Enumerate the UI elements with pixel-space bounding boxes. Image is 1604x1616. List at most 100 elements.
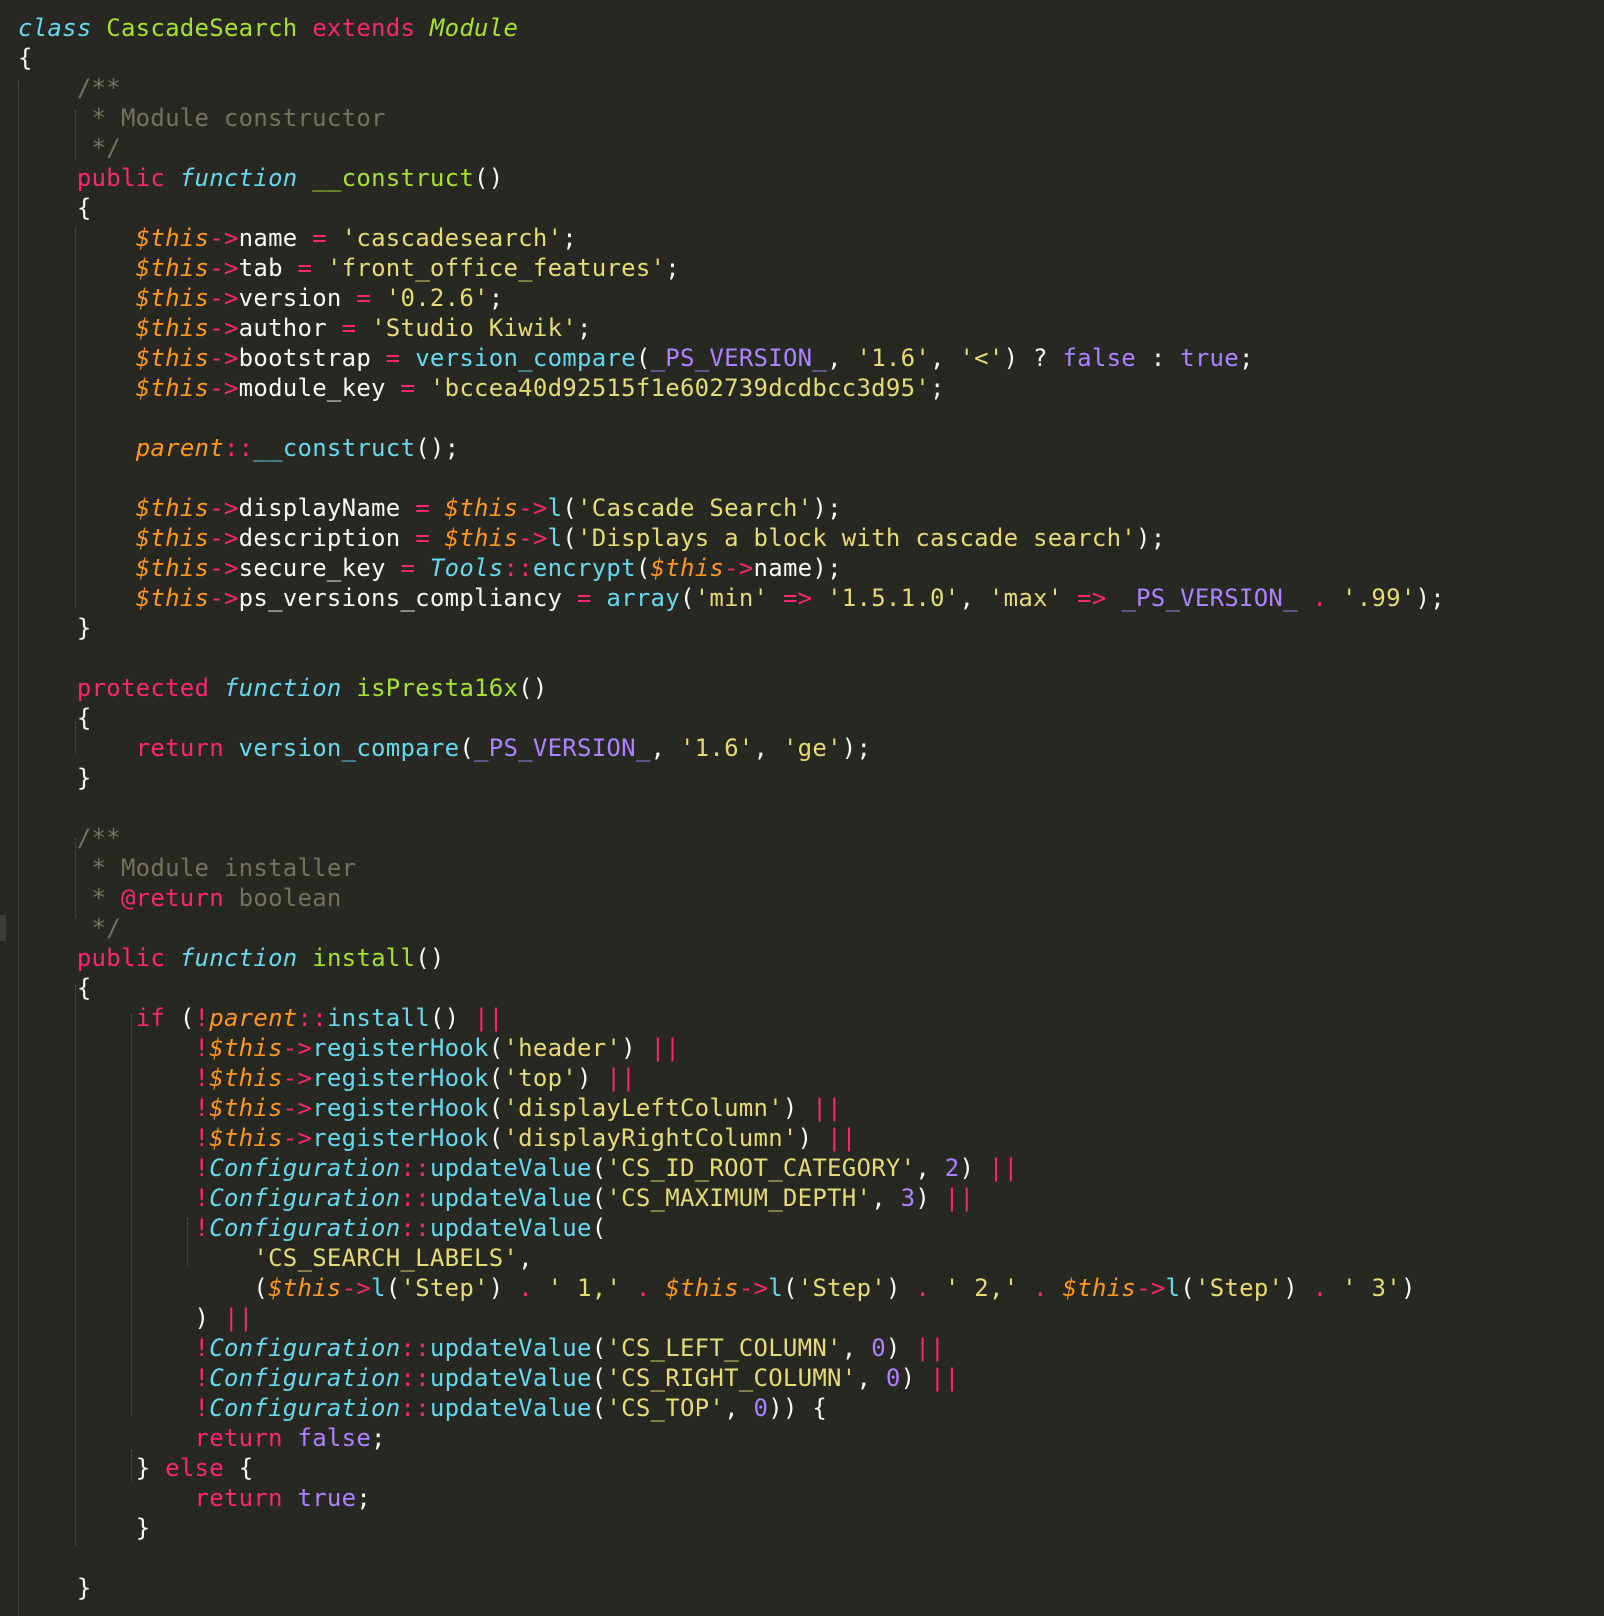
storage-keyword: protected [76,674,210,702]
code-line[interactable]: parent::__construct(); [18,433,1445,463]
code-line[interactable]: * @return boolean [18,883,1445,913]
plain-text [974,1154,989,1182]
function-call: encrypt [532,554,636,582]
code-line[interactable]: public function install() [18,943,1445,973]
code-line[interactable]: $this->name = 'cascadesearch'; [18,223,1445,253]
code-line[interactable]: $this->tab = 'front_office_features'; [18,253,1445,283]
punctuation: ( [591,1334,607,1362]
code-line[interactable]: !Configuration::updateValue('CS_ID_ROOT_… [18,1153,1445,1183]
plain-text [165,944,180,972]
code-line[interactable]: $this->bootstrap = version_compare(_PS_V… [18,343,1445,373]
string-literal: 'CS_RIGHT_COLUMN' [606,1364,857,1392]
code-line[interactable] [18,463,1445,493]
code-line[interactable]: !Configuration::updateValue('CS_RIGHT_CO… [18,1363,1445,1393]
code-line[interactable]: !$this->registerHook('displayRightColumn… [18,1123,1445,1153]
operator: ! [194,1334,210,1362]
plain-text [1327,584,1342,612]
code-line[interactable] [18,403,1445,433]
code-line[interactable]: } [18,1573,1445,1603]
code-line[interactable]: $this->description = $this->l('Displays … [18,523,1445,553]
punctuation: ( [783,1274,798,1302]
plain-text [18,1064,195,1092]
variable: $this [135,344,210,372]
plain-text [327,314,342,342]
code-line[interactable]: return true; [18,1483,1445,1513]
type-name: Configuration [209,1184,401,1212]
plain-text [18,1184,195,1212]
plain-text: : [1136,344,1181,372]
string-literal: 'Step' [1194,1274,1284,1302]
code-line[interactable]: * Module constructor [18,103,1445,133]
code-line[interactable]: $this->version = '0.2.6'; [18,283,1445,313]
code-line[interactable]: } else { [18,1453,1445,1483]
code-line[interactable]: } [18,613,1445,643]
code-area[interactable]: class CascadeSearch extends Module{ /** … [18,13,1445,1603]
punctuation: ( [488,1094,504,1122]
code-line[interactable]: */ [18,913,1445,943]
punctuation: ) [1003,344,1034,372]
code-line[interactable]: public function __construct() [18,163,1445,193]
punctuation: ( [385,1274,401,1302]
variable: $this [444,494,519,522]
code-line[interactable] [18,643,1445,673]
class-name: CascadeSearch [106,14,298,42]
function-call: __construct [253,434,416,462]
code-line[interactable]: protected function isPresta16x() [18,673,1445,703]
comment: */ [91,134,121,162]
code-line[interactable]: if (!parent::install() || [18,1003,1445,1033]
operator: || [944,1184,975,1212]
plain-text [18,524,136,552]
punctuation: ( [562,494,578,522]
code-line[interactable]: return version_compare(_PS_VERSION_, '1.… [18,733,1445,763]
code-line[interactable]: !Configuration::updateValue( [18,1213,1445,1243]
code-line[interactable]: return false; [18,1423,1445,1453]
code-line[interactable]: $this->author = 'Studio Kiwik'; [18,313,1445,343]
code-line[interactable]: */ [18,133,1445,163]
code-line[interactable]: /** [18,823,1445,853]
code-line[interactable]: /** [18,73,1445,103]
code-line[interactable]: { [18,973,1445,1003]
punctuation: ) [886,1274,901,1302]
punctuation: ( [488,1064,504,1092]
code-line[interactable]: !$this->registerHook('top') || [18,1063,1445,1093]
code-line[interactable]: { [18,43,1445,73]
code-line[interactable]: $this->secure_key = Tools::encrypt($this… [18,553,1445,583]
variable: $this [135,254,210,282]
code-line[interactable]: $this->ps_versions_compliancy = array('m… [18,583,1445,613]
code-line[interactable]: * Module installer [18,853,1445,883]
code-line[interactable]: $this->module_key = 'bccea40d92515f1e602… [18,373,1445,403]
punctuation: ( [635,554,651,582]
number-literal: 2 [944,1154,960,1182]
operator: :: [400,1364,430,1392]
code-line[interactable]: { [18,193,1445,223]
code-line[interactable]: { [18,703,1445,733]
code-line[interactable]: !Configuration::updateValue('CS_LEFT_COL… [18,1333,1445,1363]
code-line[interactable] [18,793,1445,823]
code-line[interactable]: } [18,763,1445,793]
operator: ! [194,1064,210,1092]
operator: => [782,584,813,612]
string-literal: 'Displays a block with cascade search' [577,524,1136,552]
operator: -> [209,494,239,522]
code-line[interactable] [18,1543,1445,1573]
code-line[interactable]: $this->displayName = $this->l('Cascade S… [18,493,1445,523]
storage-keyword: else [165,1454,224,1482]
code-line[interactable]: !$this->registerHook('header') || [18,1033,1445,1063]
punctuation: ) [959,1154,975,1182]
code-line[interactable]: !Configuration::updateValue('CS_MAXIMUM_… [18,1183,1445,1213]
plain-text [592,1064,607,1092]
code-line[interactable]: } [18,1513,1445,1543]
code-line[interactable]: ($this->l('Step') . ' 1,' . $this->l('St… [18,1273,1445,1303]
code-line[interactable]: !$this->registerHook('displayLeftColumn'… [18,1093,1445,1123]
operator: :: [297,1004,327,1032]
code-editor[interactable]: class CascadeSearch extends Module{ /** … [0,0,1604,1616]
variable: $this [209,1064,283,1092]
plain-text [812,584,827,612]
code-line[interactable]: 'CS_SEARCH_LABELS', [18,1243,1445,1273]
operator: . [1312,584,1328,612]
code-line[interactable]: !Configuration::updateValue('CS_TOP', 0)… [18,1393,1445,1423]
comment: * Module constructor [91,104,386,132]
code-line[interactable]: class CascadeSearch extends Module [18,13,1445,43]
operator: -> [209,374,239,402]
code-line[interactable]: ) || [18,1303,1445,1333]
